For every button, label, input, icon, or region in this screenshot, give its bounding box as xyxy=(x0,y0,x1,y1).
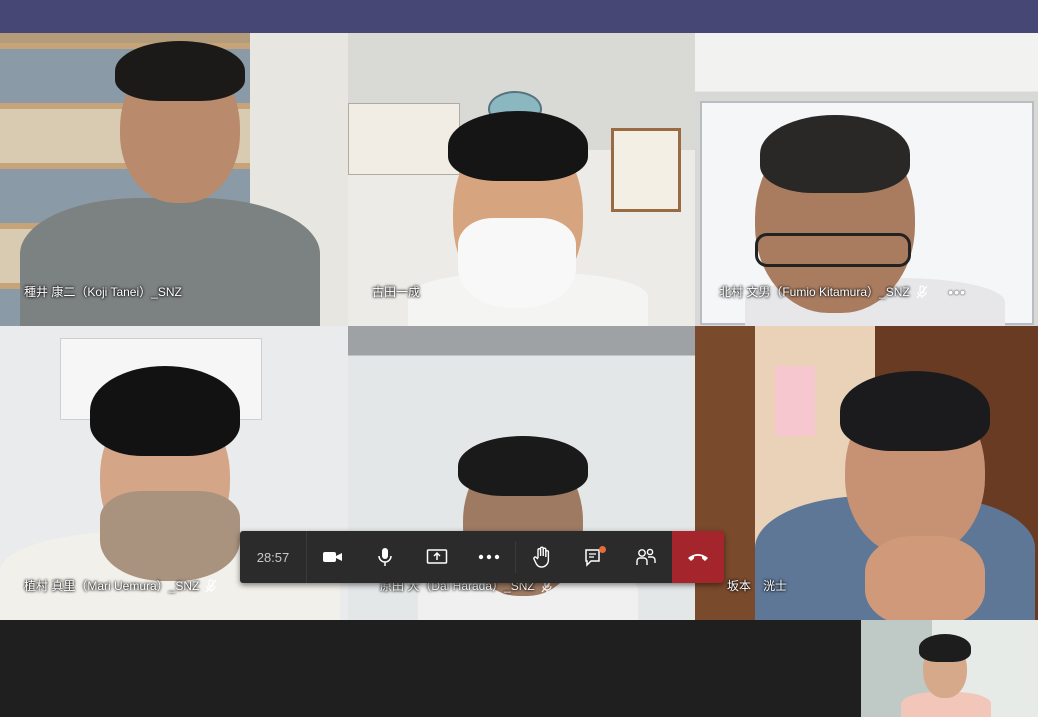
more-actions-icon xyxy=(478,554,500,560)
participant-name: 北村 文男（Fumio Kitamura）_SNZ xyxy=(719,283,928,300)
raise-hand-icon xyxy=(533,546,550,568)
participant-name: 古田一成 xyxy=(372,283,420,300)
participant-tile[interactable]: 北村 文男（Fumio Kitamura）_SNZ ••• xyxy=(695,33,1038,326)
glasses xyxy=(755,233,911,267)
clasped-hands xyxy=(865,536,985,620)
more-actions-button[interactable] xyxy=(463,531,515,583)
participant-tile[interactable]: 古田一成 xyxy=(348,33,695,326)
hang-up-button[interactable] xyxy=(672,531,724,583)
participant-name-text: 植村 真里（Mari Uemura）_SNZ xyxy=(24,579,200,593)
participant-tile[interactable]: 種井 康二（Koji Tanei）_SNZ xyxy=(0,33,348,326)
participant-name: 種井 康二（Koji Tanei）_SNZ xyxy=(24,283,182,300)
raise-hand-button[interactable] xyxy=(516,531,568,583)
call-timer: 28:57 xyxy=(240,531,307,583)
chat-notification-dot xyxy=(599,546,606,553)
call-controls-toolbar: 28:57 xyxy=(240,531,724,583)
hang-up-icon xyxy=(688,554,708,561)
share-screen-icon xyxy=(426,549,448,564)
self-view-video[interactable] xyxy=(861,620,1038,717)
chat-button[interactable] xyxy=(568,531,620,583)
meeting-title-bar xyxy=(0,0,1038,33)
participant-video xyxy=(408,33,648,326)
mic-off-icon xyxy=(205,578,217,593)
video-grid: 種井 康二（Koji Tanei）_SNZ 古田一成 北村 文男（Fumio K… xyxy=(0,33,1038,620)
mic-off-icon xyxy=(916,284,928,299)
microphone-button[interactable] xyxy=(359,531,411,583)
camera-button[interactable] xyxy=(307,531,359,583)
participants-button[interactable] xyxy=(620,531,672,583)
participant-name: 坂本 洸士 xyxy=(727,577,787,594)
participant-name: 植村 真里（Mari Uemura）_SNZ xyxy=(24,577,217,594)
share-screen-button[interactable] xyxy=(411,531,463,583)
participants-icon xyxy=(636,548,656,565)
participant-video xyxy=(755,346,1035,620)
participant-name-text: 種井 康二（Koji Tanei）_SNZ xyxy=(24,285,182,299)
microphone-icon xyxy=(378,548,392,566)
participant-name-text: 北村 文男（Fumio Kitamura）_SNZ xyxy=(719,285,910,299)
self-hair xyxy=(919,634,971,662)
participant-tile[interactable]: 坂本 洸士 xyxy=(695,326,1038,620)
participant-name-text: 坂本 洸士 xyxy=(727,579,788,593)
participant-name-text: 古田一成 xyxy=(372,285,421,299)
more-options-icon[interactable]: ••• xyxy=(948,284,966,300)
camera-icon xyxy=(323,552,342,562)
